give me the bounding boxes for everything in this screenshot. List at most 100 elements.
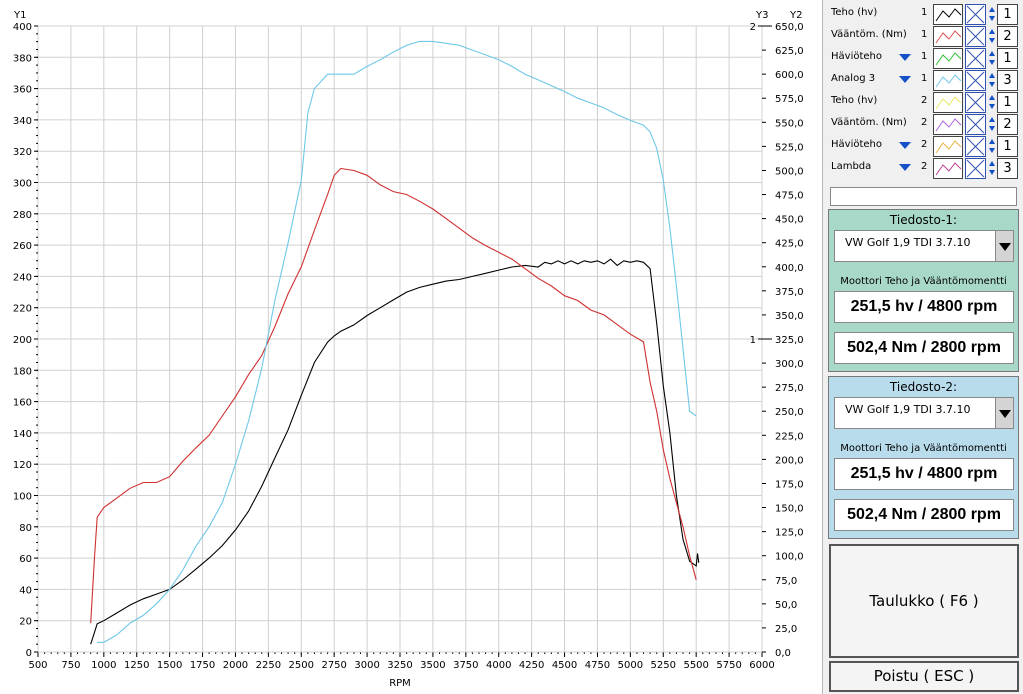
y1-tick-label: 340	[13, 116, 32, 127]
x-tick-label: 1000	[91, 660, 116, 671]
legend-swatch-line	[935, 52, 962, 66]
spin-down-icon[interactable]	[989, 38, 995, 43]
axis-spinner[interactable]	[988, 4, 996, 25]
spin-down-icon[interactable]	[989, 126, 995, 131]
hide-series-toggle[interactable]	[965, 92, 986, 113]
x-tick-label: 3000	[354, 660, 379, 671]
hide-series-toggle[interactable]	[965, 158, 986, 179]
triangle-down-icon[interactable]	[899, 142, 911, 149]
y2-tick-label: 575,0	[775, 94, 804, 105]
file-2-torque: 502,4 Nm / 2800 rpm	[834, 499, 1014, 531]
legend-label: Häviöteho	[831, 51, 882, 62]
legend-axis-number[interactable]: 3	[997, 158, 1018, 179]
x-tick-label: 5250	[651, 660, 676, 671]
spin-down-icon[interactable]	[989, 104, 995, 109]
y2-tick-label: 225,0	[775, 431, 804, 442]
legend-axis-number[interactable]: 3	[997, 70, 1018, 91]
axis-spinner[interactable]	[988, 114, 996, 135]
spin-up-icon[interactable]	[989, 95, 995, 100]
hide-series-toggle[interactable]	[965, 48, 986, 69]
axis-spinner[interactable]	[988, 48, 996, 69]
y2-tick-label: 500,0	[775, 166, 804, 177]
exit-button[interactable]: Poistu ( ESC )	[829, 661, 1019, 692]
y1-tick-label: 80	[19, 523, 32, 534]
y2-axis-title: Y2	[789, 10, 802, 21]
hide-series-toggle[interactable]	[965, 136, 986, 157]
legend-label: Lambda	[831, 161, 872, 172]
legend-axis-number[interactable]: 1	[997, 48, 1018, 69]
x-tick-label: 4750	[585, 660, 610, 671]
y2-tick-label: 25,0	[775, 624, 797, 635]
chevron-down-icon[interactable]	[995, 398, 1013, 428]
axis-spinner[interactable]	[988, 136, 996, 157]
x-tick-label: 5000	[618, 660, 643, 671]
file-1-selected: VW Golf 1,9 TDI 3.7.10	[845, 236, 971, 249]
legend-row: Lambda 2 3	[827, 158, 1022, 180]
legend-swatch[interactable]	[933, 136, 963, 157]
triangle-down-icon[interactable]	[899, 54, 911, 61]
file-1-power: 251,5 hv / 4800 rpm	[834, 291, 1014, 323]
spin-up-icon[interactable]	[989, 51, 995, 56]
y1-tick-label: 380	[13, 53, 32, 64]
file-1-torque: 502,4 Nm / 2800 rpm	[834, 332, 1014, 364]
y1-tick-label: 280	[13, 210, 32, 221]
legend-swatch[interactable]	[933, 92, 963, 113]
y1-tick-label: 200	[13, 335, 32, 346]
y2-tick-label: 275,0	[775, 383, 804, 394]
hide-series-toggle[interactable]	[965, 70, 986, 91]
spin-up-icon[interactable]	[989, 161, 995, 166]
spin-down-icon[interactable]	[989, 170, 995, 175]
legend-swatch[interactable]	[933, 48, 963, 69]
legend-swatch[interactable]	[933, 114, 963, 135]
x-tick-label: 5500	[683, 660, 708, 671]
axis-spinner[interactable]	[988, 26, 996, 47]
legend-swatch[interactable]	[933, 158, 963, 179]
file-2-power: 251,5 hv / 4800 rpm	[834, 458, 1014, 490]
x-tick-label: 3500	[420, 660, 445, 671]
spin-down-icon[interactable]	[989, 82, 995, 87]
spin-up-icon[interactable]	[989, 7, 995, 12]
y1-tick-label: 40	[19, 585, 32, 596]
legend-axis-number[interactable]: 2	[997, 114, 1018, 135]
file-1-select[interactable]: VW Golf 1,9 TDI 3.7.10	[834, 230, 1014, 262]
dyno-chart: 500 750 1000 1250 1500 1750 2000 2250 2500 2750 30…	[0, 0, 822, 694]
legend-swatch[interactable]	[933, 26, 963, 47]
y3-axis-title: Y3	[755, 10, 768, 21]
y2-tick-label: 475,0	[775, 191, 804, 202]
legend-row: Häviöteho 2 1	[827, 136, 1022, 158]
hide-series-toggle[interactable]	[965, 4, 986, 25]
hide-series-toggle[interactable]	[965, 26, 986, 47]
x-tick-label: 4250	[519, 660, 544, 671]
table-button[interactable]: Taulukko ( F6 )	[829, 544, 1019, 658]
legend-axis-number[interactable]: 1	[997, 92, 1018, 113]
axis-spinner[interactable]	[988, 92, 996, 113]
y2-tick-label: 400,0	[775, 263, 804, 274]
triangle-down-icon[interactable]	[899, 76, 911, 83]
spin-up-icon[interactable]	[989, 139, 995, 144]
spin-up-icon[interactable]	[989, 117, 995, 122]
legend-swatch[interactable]	[933, 70, 963, 91]
y2-tick-label: 650,0	[775, 22, 804, 33]
spin-down-icon[interactable]	[989, 16, 995, 21]
legend-label: Vääntöm. (Nm)	[831, 117, 907, 128]
legend-file-number: 2	[921, 117, 928, 128]
y2-tick-label: 50,0	[775, 600, 797, 611]
y2-tick-label: 325,0	[775, 335, 804, 346]
y1-tick-label: 320	[13, 147, 32, 158]
spin-up-icon[interactable]	[989, 29, 995, 34]
legend-swatch[interactable]	[933, 4, 963, 25]
chevron-down-icon[interactable]	[995, 231, 1013, 261]
spin-down-icon[interactable]	[989, 60, 995, 65]
axis-spinner[interactable]	[988, 70, 996, 91]
hide-series-toggle[interactable]	[965, 114, 986, 135]
legend-axis-number[interactable]: 1	[997, 4, 1018, 25]
legend-axis-number[interactable]: 1	[997, 136, 1018, 157]
side-panel: Teho (hv) 1 1 Vääntöm. (Nm) 1 2 Häviöteho 1 1 Ana…	[822, 0, 1023, 694]
axis-spinner[interactable]	[988, 158, 996, 179]
file-2-select[interactable]: VW Golf 1,9 TDI 3.7.10	[834, 397, 1014, 429]
spin-down-icon[interactable]	[989, 148, 995, 153]
y2-tick-label: 200,0	[775, 455, 804, 466]
spin-up-icon[interactable]	[989, 73, 995, 78]
legend-axis-number[interactable]: 2	[997, 26, 1018, 47]
triangle-down-icon[interactable]	[899, 164, 911, 171]
